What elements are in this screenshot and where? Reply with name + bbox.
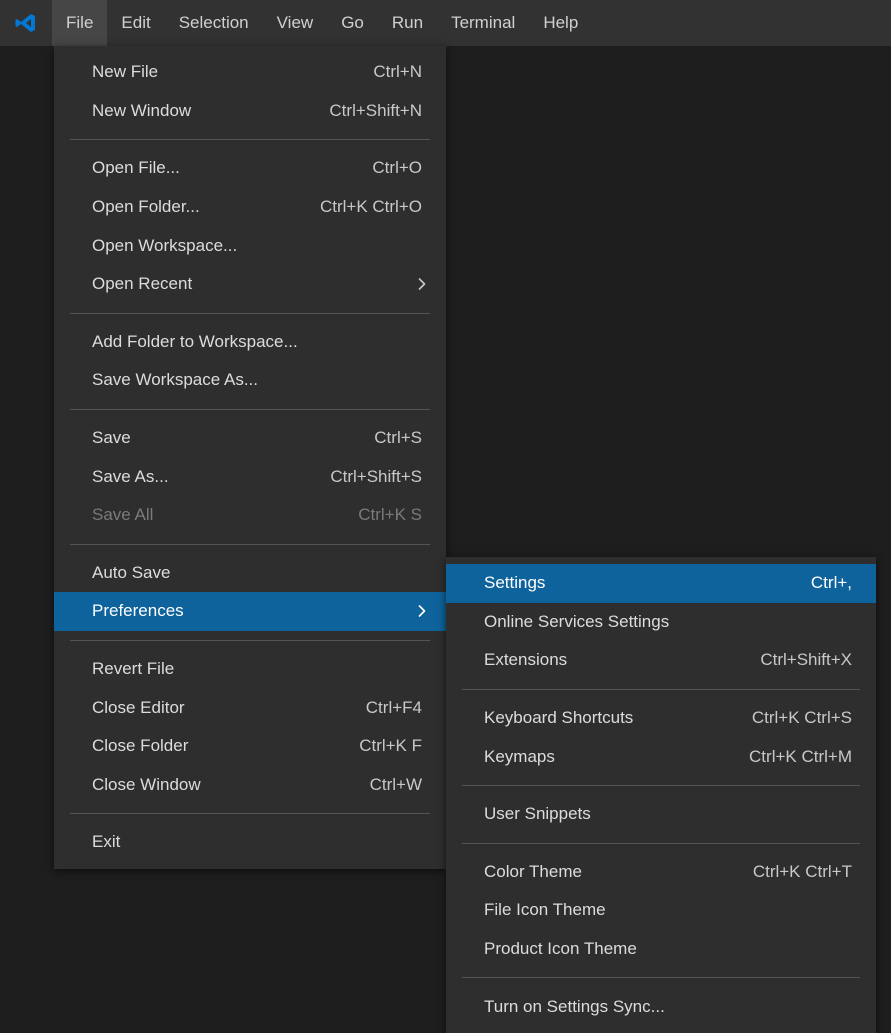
menu-item-shortcut: Ctrl+F4 (366, 698, 422, 718)
menu-item-label: Close Folder (92, 736, 335, 756)
pref-menu-item-online-services-settings[interactable]: Online Services Settings (446, 603, 876, 642)
menu-item-shortcut: Ctrl+K Ctrl+M (749, 747, 852, 767)
pref-menu-item-keymaps[interactable]: Keymaps Ctrl+K Ctrl+M (446, 737, 876, 776)
menu-separator (462, 843, 860, 844)
file-menu-item-save-all[interactable]: Save All Ctrl+K S (54, 496, 446, 535)
pref-menu-item-product-icon-theme[interactable]: Product Icon Theme (446, 930, 876, 969)
menu-item-shortcut: Ctrl+Shift+X (760, 650, 852, 670)
menu-item-shortcut: Ctrl+K Ctrl+T (753, 862, 852, 882)
menu-run[interactable]: Run (378, 0, 437, 46)
menu-item-shortcut: Ctrl+K Ctrl+O (320, 197, 422, 217)
menu-item-label: Add Folder to Workspace... (92, 332, 422, 352)
menu-item-shortcut: Ctrl+Shift+N (329, 101, 422, 121)
file-menu-item-close-editor[interactable]: Close Editor Ctrl+F4 (54, 688, 446, 727)
menu-item-label: User Snippets (484, 804, 852, 824)
file-menu-item-auto-save[interactable]: Auto Save (54, 554, 446, 593)
menu-terminal[interactable]: Terminal (437, 0, 529, 46)
file-menu-item-open-workspace[interactable]: Open Workspace... (54, 226, 446, 265)
pref-menu-item-turn-on-settings-sync[interactable]: Turn on Settings Sync... (446, 987, 876, 1026)
menu-item-label: Save All (92, 505, 334, 525)
menu-item-label: Save As... (92, 467, 306, 487)
menu-item-shortcut: Ctrl+N (373, 62, 422, 82)
menu-go[interactable]: Go (327, 0, 378, 46)
file-menu-item-close-folder[interactable]: Close Folder Ctrl+K F (54, 727, 446, 766)
menu-item-label: Revert File (92, 659, 422, 679)
menu-item-shortcut: Ctrl+, (811, 573, 852, 593)
file-menu-item-add-folder-to-workspace[interactable]: Add Folder to Workspace... (54, 323, 446, 362)
menu-item-label: Auto Save (92, 563, 422, 583)
menu-separator (70, 139, 430, 140)
menu-item-label: New Window (92, 101, 305, 121)
menu-view[interactable]: View (263, 0, 328, 46)
file-menu-item-new-window[interactable]: New Window Ctrl+Shift+N (54, 92, 446, 131)
file-menu-item-open-recent[interactable]: Open Recent (54, 265, 446, 304)
menu-separator (462, 785, 860, 786)
menu-item-shortcut: Ctrl+S (374, 428, 422, 448)
menu-item-label: Online Services Settings (484, 612, 852, 632)
file-menu-item-close-window[interactable]: Close Window Ctrl+W (54, 766, 446, 805)
menu-selection[interactable]: Selection (165, 0, 263, 46)
menu-separator (70, 544, 430, 545)
menu-file[interactable]: File (52, 0, 107, 46)
chevron-right-icon (416, 278, 428, 290)
menu-item-label: Close Editor (92, 698, 342, 718)
pref-menu-item-user-snippets[interactable]: User Snippets (446, 795, 876, 834)
file-menu-item-exit[interactable]: Exit (54, 823, 446, 862)
menu-item-label: Product Icon Theme (484, 939, 852, 959)
menu-item-label: Open File... (92, 158, 348, 178)
menu-item-shortcut: Ctrl+K F (359, 736, 422, 756)
pref-menu-item-extensions[interactable]: Extensions Ctrl+Shift+X (446, 641, 876, 680)
menu-item-label: Close Window (92, 775, 346, 795)
file-menu-item-save-workspace-as[interactable]: Save Workspace As... (54, 361, 446, 400)
menu-edit[interactable]: Edit (107, 0, 164, 46)
menu-separator (462, 977, 860, 978)
menu-item-label: New File (92, 62, 349, 82)
menu-separator (70, 813, 430, 814)
menubar: File Edit Selection View Go Run Terminal… (0, 0, 891, 46)
menu-item-label: Exit (92, 832, 422, 852)
menu-item-shortcut: Ctrl+K Ctrl+S (752, 708, 852, 728)
menu-item-label: Open Workspace... (92, 236, 422, 256)
menu-separator (70, 409, 430, 410)
menu-item-label: File Icon Theme (484, 900, 852, 920)
menu-item-label: Turn on Settings Sync... (484, 997, 852, 1017)
file-menu-item-open-folder[interactable]: Open Folder... Ctrl+K Ctrl+O (54, 188, 446, 227)
menu-item-label: Keymaps (484, 747, 725, 767)
menu-item-shortcut: Ctrl+Shift+S (330, 467, 422, 487)
menu-item-label: Save Workspace As... (92, 370, 422, 390)
file-menu-item-new-file[interactable]: New File Ctrl+N (54, 53, 446, 92)
preferences-submenu: Settings Ctrl+, Online Services Settings Ex… (446, 557, 876, 1033)
menu-separator (70, 313, 430, 314)
menu-item-shortcut: Ctrl+W (370, 775, 422, 795)
file-menu-item-open-file[interactable]: Open File... Ctrl+O (54, 149, 446, 188)
file-menu-item-save-as[interactable]: Save As... Ctrl+Shift+S (54, 457, 446, 496)
menu-item-label: Open Recent (92, 274, 422, 294)
vscode-icon (4, 11, 52, 35)
file-menu-item-preferences[interactable]: Preferences (54, 592, 446, 631)
pref-menu-item-settings[interactable]: Settings Ctrl+, (446, 564, 876, 603)
menu-item-label: Extensions (484, 650, 736, 670)
chevron-right-icon (416, 605, 428, 617)
pref-menu-item-keyboard-shortcuts[interactable]: Keyboard Shortcuts Ctrl+K Ctrl+S (446, 699, 876, 738)
menu-item-label: Settings (484, 573, 787, 593)
menu-item-shortcut: Ctrl+O (372, 158, 422, 178)
menu-help[interactable]: Help (529, 0, 592, 46)
menu-item-shortcut: Ctrl+K S (358, 505, 422, 525)
file-dropdown-menu: New File Ctrl+N New Window Ctrl+Shift+N Open… (54, 46, 446, 869)
menu-item-label: Open Folder... (92, 197, 296, 217)
menu-separator (70, 640, 430, 641)
file-menu-item-revert-file[interactable]: Revert File (54, 650, 446, 689)
pref-menu-item-file-icon-theme[interactable]: File Icon Theme (446, 891, 876, 930)
menu-separator (462, 689, 860, 690)
menu-item-label: Keyboard Shortcuts (484, 708, 728, 728)
pref-menu-item-color-theme[interactable]: Color Theme Ctrl+K Ctrl+T (446, 853, 876, 892)
menu-item-label: Save (92, 428, 350, 448)
menu-item-label: Preferences (92, 601, 422, 621)
file-menu-item-save[interactable]: Save Ctrl+S (54, 419, 446, 458)
menu-item-label: Color Theme (484, 862, 729, 882)
